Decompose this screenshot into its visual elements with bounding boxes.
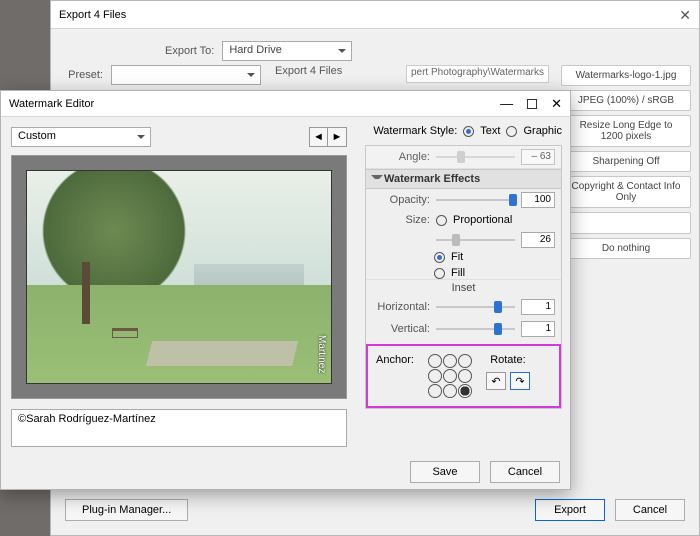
chip: Do nothing bbox=[561, 238, 691, 259]
chip: Watermarks-logo-1.jpg bbox=[561, 65, 691, 86]
rotate-right-button[interactable]: ↷ bbox=[510, 372, 530, 390]
close-icon[interactable]: ✕ bbox=[551, 96, 562, 112]
anchor-rotate-group: Anchor: Rotate: ↶ ↷ bbox=[366, 344, 561, 408]
size-fit-label: Fit bbox=[451, 251, 463, 263]
preview-nav: ◄ ► bbox=[309, 127, 347, 147]
maximize-icon[interactable] bbox=[527, 99, 537, 109]
preset-label: Preset: bbox=[65, 69, 111, 81]
anchor-cell[interactable] bbox=[443, 354, 457, 368]
anchor-cell[interactable] bbox=[458, 369, 472, 383]
angle-value[interactable]: – 63 bbox=[521, 149, 555, 165]
style-text-radio[interactable] bbox=[463, 126, 474, 137]
anchor-cell[interactable] bbox=[443, 369, 457, 383]
chip: JPEG (100%) / sRGB bbox=[561, 90, 691, 111]
prev-icon[interactable]: ◄ bbox=[310, 128, 328, 146]
export-title: Export 4 Files bbox=[59, 1, 126, 28]
style-graphic-radio[interactable] bbox=[506, 126, 517, 137]
wm-save-button[interactable]: Save bbox=[410, 461, 480, 483]
chip: Resize Long Edge to 1200 pixels bbox=[561, 115, 691, 147]
watermark-text-input[interactable]: ©Sarah Rodríguez-Martínez bbox=[11, 409, 347, 447]
anchor-cell[interactable] bbox=[428, 369, 442, 383]
angle-label: Angle: bbox=[372, 151, 430, 163]
chip bbox=[561, 212, 691, 234]
watermark-preview-text: Martinez bbox=[316, 335, 327, 373]
opacity-slider[interactable] bbox=[436, 193, 515, 207]
opacity-label: Opacity: bbox=[372, 194, 430, 206]
export-summary-chips: Watermarks-logo-1.jpg JPEG (100%) / sRGB… bbox=[561, 61, 691, 263]
watermark-editor-dialog: Watermark Editor — ✕ Custom ◄ ► Martinez bbox=[0, 90, 571, 490]
inset-header: Inset bbox=[366, 279, 561, 296]
size-slider[interactable] bbox=[436, 233, 515, 247]
chip: Copyright & Contact Info Only bbox=[561, 176, 691, 208]
next-icon[interactable]: ► bbox=[328, 128, 346, 146]
anchor-cell[interactable] bbox=[458, 384, 472, 398]
size-fill-label: Fill bbox=[451, 267, 465, 279]
size-fit-radio[interactable] bbox=[434, 252, 445, 263]
style-label: Watermark Style: bbox=[373, 125, 457, 137]
preview-canvas: Martinez bbox=[11, 155, 347, 399]
inset-v-slider[interactable] bbox=[436, 322, 515, 336]
export-to-label: Export To: bbox=[165, 45, 222, 57]
size-proportional-label: Proportional bbox=[453, 214, 512, 226]
preset-value: Export 4 Files bbox=[275, 65, 342, 85]
angle-slider[interactable] bbox=[436, 150, 515, 164]
inset-h-slider[interactable] bbox=[436, 300, 515, 314]
inset-v-value[interactable]: 1 bbox=[521, 321, 555, 337]
wm-cancel-button[interactable]: Cancel bbox=[490, 461, 560, 483]
anchor-grid bbox=[428, 354, 472, 398]
export-button[interactable]: Export bbox=[535, 499, 605, 521]
style-text-label: Text bbox=[480, 125, 500, 137]
effects-header[interactable]: Watermark Effects bbox=[366, 169, 561, 189]
wm-preset-select[interactable]: Custom bbox=[11, 127, 151, 147]
inset-v-label: Vertical: bbox=[372, 323, 430, 335]
rotate-label: Rotate: bbox=[490, 354, 525, 366]
size-label: Size: bbox=[372, 214, 430, 226]
anchor-cell[interactable] bbox=[443, 384, 457, 398]
chip: Sharpening Off bbox=[561, 151, 691, 172]
anchor-cell[interactable] bbox=[428, 384, 442, 398]
preset-select[interactable] bbox=[111, 65, 261, 85]
plugin-manager-button[interactable]: Plug-in Manager... bbox=[65, 499, 188, 521]
size-fill-radio[interactable] bbox=[434, 268, 445, 279]
opacity-value[interactable]: 100 bbox=[521, 192, 555, 208]
anchor-cell[interactable] bbox=[458, 354, 472, 368]
anchor-cell[interactable] bbox=[428, 354, 442, 368]
minimize-icon[interactable]: — bbox=[500, 96, 513, 111]
export-to-select[interactable]: Hard Drive bbox=[222, 41, 352, 61]
inset-h-value[interactable]: 1 bbox=[521, 299, 555, 315]
size-proportional-radio[interactable] bbox=[436, 215, 447, 226]
preview-image: Martinez bbox=[26, 170, 332, 384]
rotate-left-button[interactable]: ↶ bbox=[486, 372, 506, 390]
size-value[interactable]: 26 bbox=[521, 232, 555, 248]
wm-title: Watermark Editor bbox=[9, 98, 94, 110]
export-path: pert Photography\Watermarks bbox=[406, 65, 549, 83]
inset-h-label: Horizontal: bbox=[372, 301, 430, 313]
export-cancel-button[interactable]: Cancel bbox=[615, 499, 685, 521]
style-graphic-label: Graphic bbox=[523, 125, 562, 137]
close-icon[interactable]: ✕ bbox=[679, 1, 691, 28]
anchor-label: Anchor: bbox=[376, 354, 414, 366]
